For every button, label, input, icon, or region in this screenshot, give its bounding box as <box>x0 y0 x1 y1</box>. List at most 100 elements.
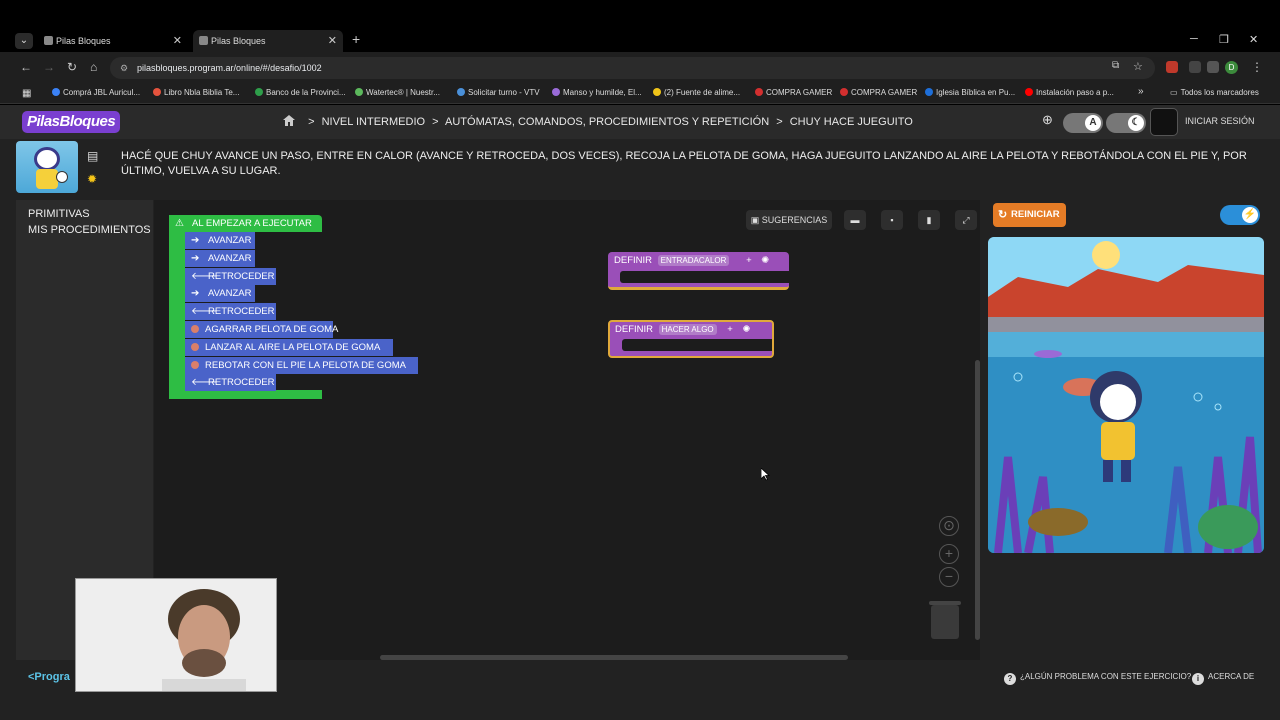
bookmark-item[interactable]: Comprá JBL Auricul... <box>52 88 140 97</box>
url-text: pilasbloques.program.ar/online/#/desafio… <box>137 63 322 73</box>
bookmark-item[interactable]: Manso y humilde, El... <box>552 88 642 97</box>
browser-tab-2[interactable]: Pilas Bloques ✕ <box>193 30 343 52</box>
language-globe-icon[interactable]: ⊕ <box>1042 112 1053 128</box>
site-info-icon[interactable]: ⚙ <box>120 57 128 79</box>
add-param-icon[interactable]: + <box>746 255 752 266</box>
home-icon[interactable]: ⌂ <box>90 60 97 74</box>
install-icon[interactable]: ⧉ <box>1112 60 1119 71</box>
workspace-trash-icon[interactable] <box>929 601 961 639</box>
step-block[interactable]: ➔ AVANZAR <box>185 249 255 267</box>
open-folder-icon[interactable]: ▬ <box>844 210 866 230</box>
bookmark-label: Comprá JBL Auricul... <box>63 88 141 97</box>
step-label: AVANZAR <box>208 252 252 264</box>
main-block-spine <box>169 215 185 399</box>
zoom-in-icon[interactable]: + <box>939 544 959 564</box>
bookmark-star-icon[interactable]: ☆ <box>1133 60 1143 73</box>
about-link[interactable]: i ACERCA DE <box>1192 672 1254 685</box>
delete-icon[interactable]: ▮ <box>918 210 940 230</box>
step-block[interactable]: ➔ AVANZAR <box>185 285 255 303</box>
category-primitivas[interactable]: PRIMITIVAS <box>28 208 90 220</box>
close-window-icon[interactable]: ✕ <box>1249 33 1258 46</box>
suggestions-label: SUGERENCIAS <box>761 215 828 225</box>
turbo-toggle[interactable]: ⚡ <box>1220 205 1260 225</box>
step-block[interactable]: 🡐RETROCEDER <box>185 303 276 321</box>
tab-close-icon[interactable]: ✕ <box>173 30 182 52</box>
report-problem-link[interactable]: ? ¿ALGÚN PROBLEMA CON ESTE EJERCICIO? <box>1004 672 1191 685</box>
game-stage[interactable] <box>988 237 1264 553</box>
breadcrumb-separator: > <box>776 116 783 128</box>
tab-close-icon[interactable]: ✕ <box>328 30 337 52</box>
suggestions-button[interactable]: ▣ SUGERENCIAS <box>746 210 832 230</box>
sidepanel-icon[interactable] <box>1207 61 1219 73</box>
bookmark-item[interactable]: Watertec® | Nuestr... <box>355 88 440 97</box>
settings-gear-icon[interactable]: ✺ <box>743 324 751 335</box>
breadcrumb-chapter[interactable]: AUTÓMATAS, COMANDOS, PROCEDIMIENTOS Y RE… <box>445 116 769 128</box>
bookmark-item[interactable]: COMPRA GAMER <box>755 88 832 97</box>
blocks-workspace[interactable]: ⚠ AL EMPEZAR A EJECUTAR ➔ AVANZAR ➔ AVANZAR 🡐… <box>154 200 980 660</box>
step-block[interactable]: LANZAR AL AIRE LA PELOTA DE GOMA <box>185 338 393 356</box>
procedure-name-field[interactable]: ENTRADACALOR <box>657 255 730 266</box>
procedure-slot <box>620 271 789 283</box>
login-link[interactable]: INICIAR SESIÓN <box>1185 116 1255 126</box>
home-icon[interactable] <box>283 115 295 126</box>
step-block[interactable]: ➔ AVANZAR <box>185 232 255 249</box>
challenge-statement: HACÉ QUE CHUY AVANCE UN PASO, ENTRE EN C… <box>121 150 1247 177</box>
add-param-icon[interactable]: + <box>727 324 733 335</box>
reload-icon[interactable]: ↻ <box>67 60 77 74</box>
tab-search-icon[interactable]: ⌄ <box>15 33 33 49</box>
bookmark-item[interactable]: Iglesia Bíblica en Pu... <box>925 88 1015 97</box>
back-icon[interactable]: ← <box>20 60 32 74</box>
bookmarks-overflow-icon[interactable]: » <box>1138 86 1144 97</box>
tab-title: Pilas Bloques <box>56 36 111 46</box>
vertical-scrollbar[interactable] <box>975 360 980 640</box>
lightbulb-icon[interactable]: ✹ <box>87 172 97 186</box>
recenter-icon[interactable]: ⊙ <box>939 516 959 536</box>
procedure-name-field[interactable]: HACER ALGO <box>658 324 717 335</box>
forward-icon[interactable]: → <box>43 60 55 74</box>
footer-brand[interactable]: <Progra <box>28 671 70 683</box>
apps-grid-icon[interactable]: ▦ <box>22 88 31 99</box>
contrast-label: A <box>1085 115 1101 131</box>
user-avatar-icon[interactable] <box>1150 108 1178 136</box>
step-block[interactable]: REBOTAR CON EL PIE LA PELOTA DE GOMA <box>185 356 418 374</box>
procedure-block-hacer-algo[interactable]: DEFINIR HACER ALGO + ✺ <box>608 320 774 358</box>
app-header: PilasBloques > NIVEL INTERMEDIO > AUTÓMA… <box>0 105 1280 139</box>
app-logo[interactable]: PilasBloques <box>22 111 121 133</box>
step-block[interactable]: 🡐RETROCEDER <box>185 267 276 285</box>
step-label: REBOTAR CON EL PIE LA PELOTA DE GOMA <box>205 359 406 371</box>
bookmark-item[interactable]: COMPRA GAMER <box>840 88 917 97</box>
profile-avatar[interactable]: D <box>1225 61 1238 74</box>
zoom-out-icon[interactable]: − <box>939 567 959 587</box>
category-mis-procedimientos[interactable]: MIS PROCEDIMIENTOS <box>28 224 151 236</box>
procedure-block-entradacalor[interactable]: DEFINIR ENTRADACALOR + ✺ <box>608 252 789 290</box>
main-event-block[interactable]: ⚠ AL EMPEZAR A EJECUTAR <box>169 215 322 232</box>
minimize-icon[interactable]: ─ <box>1190 33 1198 45</box>
bookmark-item[interactable]: Instalación paso a p... <box>1025 88 1114 97</box>
extension-icon[interactable] <box>1166 61 1178 73</box>
fullscreen-icon[interactable]: ⤢ <box>955 210 977 230</box>
step-block[interactable]: 🡐RETROCEDER <box>185 374 276 392</box>
url-bar[interactable]: ⚙ pilasbloques.program.ar/online/#/desaf… <box>110 57 1155 79</box>
arrow-right-icon: ➔ <box>191 252 200 264</box>
stage-scene <box>988 237 1264 553</box>
settings-gear-icon[interactable]: ✺ <box>761 255 769 266</box>
ball-icon <box>191 360 199 369</box>
step-block[interactable]: AGARRAR PELOTA DE GOMA <box>185 321 338 338</box>
book-icon[interactable]: ▤ <box>87 149 98 163</box>
breadcrumb-separator: > <box>308 116 315 128</box>
bookmark-item[interactable]: Solicitar turno - VTV <box>457 88 540 97</box>
breadcrumb-level[interactable]: NIVEL INTERMEDIO <box>322 116 426 128</box>
extensions-puzzle-icon[interactable] <box>1189 61 1201 73</box>
bookmark-item[interactable]: Libro Nbla Biblia Te... <box>153 88 239 97</box>
browser-tab-1[interactable]: Pilas Bloques ✕ <box>38 30 188 52</box>
bookmark-item[interactable]: (2) Fuente de alime... <box>653 88 740 97</box>
maximize-icon[interactable]: ❐ <box>1219 33 1229 46</box>
all-bookmarks[interactable]: ▭ Todos los marcadores <box>1170 88 1259 97</box>
dark-mode-toggle[interactable]: ☾ <box>1106 113 1146 133</box>
contrast-toggle[interactable]: A <box>1063 113 1103 133</box>
browser-menu-icon[interactable]: ⋮ <box>1251 60 1263 74</box>
bookmark-item[interactable]: Banco de la Provinci... <box>255 88 346 97</box>
new-tab-icon[interactable]: + <box>352 31 360 47</box>
reset-button[interactable]: ↻ REINICIAR <box>993 203 1066 227</box>
save-icon[interactable]: ▪ <box>881 210 903 230</box>
